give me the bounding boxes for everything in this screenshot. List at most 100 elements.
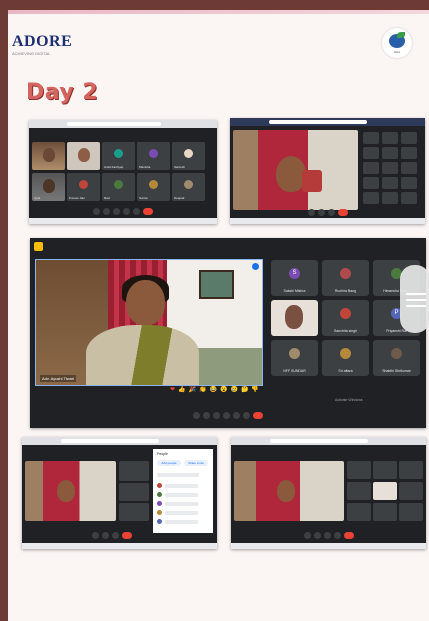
participant-tile <box>32 142 65 170</box>
participant-tile: Puneet Jain <box>67 173 100 201</box>
reaction-thumbs-down-icon[interactable]: 👎 <box>251 386 258 394</box>
reaction-heart-icon[interactable]: ❤ <box>170 386 175 394</box>
participant-tile: Ruchira Bang <box>322 260 369 296</box>
participant-tile <box>382 177 398 189</box>
participant-tile <box>363 192 379 204</box>
add-people-button[interactable]: Add people <box>157 460 181 466</box>
top-accent-line <box>8 10 429 14</box>
camera-button[interactable] <box>313 531 321 539</box>
participant-tile <box>399 482 423 500</box>
participant-tile <box>382 147 398 159</box>
participant-tile <box>401 192 417 204</box>
mic-button[interactable] <box>92 531 99 539</box>
speaker-name: Adv. Ayushi Tiwari <box>40 375 77 382</box>
participant-tile: S Sakshi Mishra <box>271 260 318 296</box>
participant-tile <box>363 147 379 159</box>
present-button[interactable] <box>233 411 240 419</box>
meet-logo-icon <box>34 242 43 251</box>
camera-button[interactable] <box>102 531 109 539</box>
captions-button[interactable] <box>323 531 331 539</box>
end-call-button[interactable] <box>122 531 132 539</box>
participant-tile <box>401 162 417 174</box>
reaction-party-icon[interactable]: 🎉 <box>189 386 196 394</box>
mic-button[interactable] <box>307 208 315 216</box>
browser-bar <box>230 118 425 126</box>
meet-controls <box>29 206 217 216</box>
mic-button[interactable] <box>303 531 311 539</box>
end-call-button[interactable] <box>143 207 153 215</box>
participant-tile: Sunita <box>137 173 170 201</box>
raise-hand-button[interactable] <box>123 207 130 215</box>
participant-tile <box>67 142 100 170</box>
mic-button[interactable] <box>193 411 200 419</box>
meet-screenshot-5[interactable] <box>231 437 426 549</box>
mic-button[interactable] <box>93 207 100 215</box>
speaker-video <box>25 461 116 521</box>
participant-tile: Jyoti <box>32 173 65 201</box>
captions-button[interactable] <box>213 411 220 419</box>
participant-tile <box>363 162 379 174</box>
taskbar <box>231 543 426 549</box>
globe-logo-caption: GKA <box>393 50 401 54</box>
participant-tile <box>399 461 423 479</box>
address-bar <box>61 439 159 443</box>
participant-tile <box>401 147 417 159</box>
participant-tile <box>363 132 379 144</box>
participant-tile <box>363 177 379 189</box>
people-panel[interactable]: People Add people Share invite <box>153 449 213 533</box>
leaf-icon <box>397 32 405 38</box>
address-bar <box>66 122 161 126</box>
people-panel-title: People <box>157 452 168 456</box>
raise-hand-button[interactable] <box>223 411 230 419</box>
participant-tile <box>347 461 371 479</box>
reaction-thumbs-up-icon[interactable]: 👍 <box>178 386 185 394</box>
participant-tile <box>382 192 398 204</box>
camera-button[interactable] <box>203 411 210 419</box>
participant-tile <box>373 482 397 500</box>
meet-screenshot-3[interactable]: Adv. Ayushi Tiwari S Sakshi Mishra Ruchir… <box>30 238 426 428</box>
participant-tile <box>382 162 398 174</box>
reaction-surprised-icon[interactable]: 😮 <box>220 386 227 394</box>
meet-screenshot-1[interactable]: Anita Kashyap Manisha Santosh Jyoti Pune… <box>29 120 217 224</box>
phone-in-hand <box>301 170 322 192</box>
end-call-button[interactable] <box>343 531 354 539</box>
speaker-video: Adv. Ayushi Tiwari <box>35 259 263 386</box>
end-call-button[interactable] <box>253 411 263 419</box>
reaction-thinking-icon[interactable]: 🤔 <box>241 386 248 394</box>
participant-tile <box>373 461 397 479</box>
present-button[interactable] <box>327 208 335 216</box>
activate-windows-watermark: Activate Windows <box>335 398 363 402</box>
meet-screenshot-2[interactable] <box>230 118 425 224</box>
meet-controls <box>231 530 426 540</box>
meet-controls <box>230 207 425 217</box>
present-button[interactable] <box>133 207 140 215</box>
taskbar <box>29 218 217 224</box>
reaction-sad-icon[interactable]: 😢 <box>230 386 237 394</box>
end-call-button[interactable] <box>337 208 348 216</box>
present-button[interactable] <box>333 531 341 539</box>
participant-tile: Shakthi Shrikumar <box>373 340 420 376</box>
share-invite-button[interactable]: Share invite <box>184 460 208 466</box>
participant-tile <box>119 461 149 481</box>
adore-logo-subtitle: ACHIEVING DIGITAL <box>12 51 51 56</box>
adore-logo-text: ADORE <box>12 33 73 50</box>
participant-tile: Ravi <box>102 173 135 201</box>
captions-button[interactable] <box>113 207 120 215</box>
reaction-clap-icon[interactable]: 👏 <box>199 386 206 394</box>
camera-button[interactable] <box>317 208 325 216</box>
present-button[interactable] <box>112 531 119 539</box>
meet-screenshot-4[interactable]: People Add people Share invite <box>22 437 217 549</box>
carousel-scroll-handle[interactable] <box>400 265 429 333</box>
camera-button[interactable] <box>103 207 110 215</box>
reaction-bar: ❤ 👍 🎉 👏 😂 😮 😢 🤔 👎 <box>170 385 259 395</box>
participant-tile <box>271 300 318 336</box>
participant-tile <box>399 503 423 521</box>
participant-tile <box>401 177 417 189</box>
page: ADORE ACHIEVING DIGITAL GKA Day 2 Anita … <box>8 10 429 621</box>
browser-bar <box>22 437 217 445</box>
participant-tile: Santosh <box>172 142 205 170</box>
browser-bar <box>29 120 217 128</box>
address-bar <box>270 439 368 443</box>
more-options-button[interactable] <box>243 411 250 419</box>
reaction-laugh-icon[interactable]: 😂 <box>209 386 216 394</box>
